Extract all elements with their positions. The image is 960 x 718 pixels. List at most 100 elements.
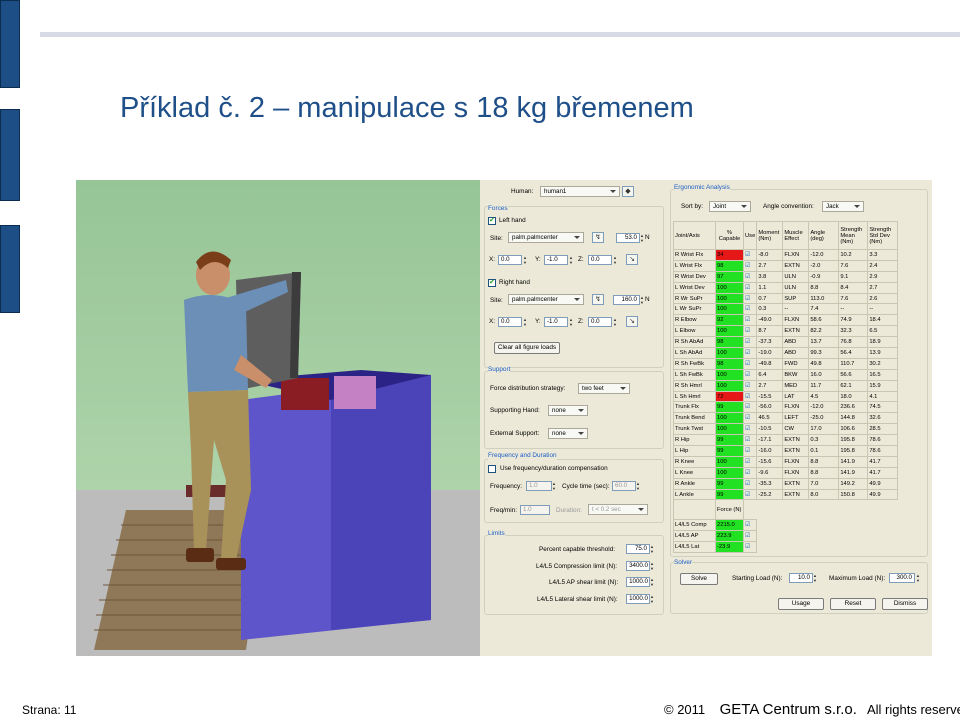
lateral-shear-limit-input[interactable]: 1000.0 xyxy=(626,594,650,604)
left-site-pick-icon[interactable]: ↯ xyxy=(592,232,604,243)
left-y-input[interactable]: -1.0 xyxy=(544,255,568,265)
maximum-load-input[interactable]: 300.0 xyxy=(889,573,915,583)
col-strength-mean[interactable]: Strength Mean (Nm) xyxy=(838,221,869,250)
table-row[interactable]: R Knee 100 ☑ -15.6 FLXN 8.8 141.9 41.7 xyxy=(673,455,899,468)
usage-button[interactable]: Usage xyxy=(778,598,824,610)
left-hand-checkbox[interactable]: ✔ xyxy=(488,217,496,225)
table-row[interactable]: R Sh AbAd 98 ☑ -37.3 ABD 13.7 76.8 18.9 xyxy=(673,336,899,349)
force-row[interactable]: L4/L5 Lat -23.9 ☑ xyxy=(673,541,898,554)
force-row[interactable]: L4/L5 Comp 2215.0 ☑ xyxy=(673,519,898,532)
table-row[interactable]: Trunk Twst 100 ☑ -10.5 CW 17.0 106.6 28.5 xyxy=(673,423,899,436)
starting-load-spinner[interactable]: ▲ ▼ xyxy=(813,573,818,583)
left-site-select[interactable]: palm.palmcenter xyxy=(508,232,584,243)
external-support-select[interactable]: none xyxy=(548,428,588,439)
dismiss-button[interactable]: Dismiss xyxy=(882,598,928,610)
sort-by-select[interactable]: Joint xyxy=(709,201,751,212)
table-row[interactable]: R Ankle 99 ☑ -35.3 EXTN 7.0 149.2 49.9 xyxy=(673,477,899,490)
table-row[interactable]: L Wr SuPr 100 ☑ 0.3 -- 7.4 -- -- xyxy=(673,303,899,316)
compression-limit-input[interactable]: 3400.0 xyxy=(626,561,650,571)
compression-limit-spinner[interactable]: ▲ ▼ xyxy=(650,561,655,571)
col-capable[interactable]: % Capable xyxy=(715,221,744,250)
right-z-spinner[interactable]: ▲ ▼ xyxy=(613,317,618,327)
use-checkbox[interactable]: ☑ xyxy=(742,379,758,392)
supporting-hand-select[interactable]: none xyxy=(548,405,588,416)
table-row[interactable]: R Hip 99 ☑ -17.1 EXTN 0.3 195.8 78.6 xyxy=(673,434,899,447)
use-checkbox[interactable]: ☑ xyxy=(742,325,758,338)
use-checkbox[interactable]: ☑ xyxy=(742,434,758,447)
use-checkbox[interactable]: ☑ xyxy=(742,303,758,316)
col-moment[interactable]: Moment (Nm) xyxy=(756,221,784,250)
use-checkbox[interactable]: ☑ xyxy=(742,292,758,305)
col-muscle[interactable]: Muscle Effect xyxy=(782,221,810,250)
reset-button[interactable]: Reset xyxy=(830,598,876,610)
left-direction-icon[interactable]: ↘ xyxy=(626,254,638,265)
table-row[interactable]: L Wrist Flx 98 ☑ 2.7 EXTN -2.0 7.6 2.4 xyxy=(673,259,899,272)
clear-figure-loads-button[interactable]: Clear all figure loads xyxy=(494,342,560,354)
duration-select[interactable]: t < 0.2 sec xyxy=(588,504,648,515)
use-checkbox[interactable]: ☑ xyxy=(742,368,758,381)
use-checkbox[interactable]: ☑ xyxy=(742,466,758,479)
human-select[interactable]: human1 xyxy=(540,186,620,197)
table-row[interactable]: L Sh Hmrl 72 ☑ -15.5 LAT 4.5 18.0 4.1 xyxy=(673,390,899,403)
maximum-load-spinner[interactable]: ▲ ▼ xyxy=(916,573,921,583)
right-force-magnitude[interactable]: 160.0 xyxy=(613,295,640,305)
right-z-input[interactable]: 0.0 xyxy=(588,317,612,327)
force-use-checkbox[interactable]: ☑ xyxy=(742,519,758,532)
percent-capable-spinner[interactable]: ▲ ▼ xyxy=(650,544,655,554)
table-row[interactable]: L Hip 99 ☑ -16.0 EXTN 0.1 195.8 78.6 xyxy=(673,445,899,457)
left-y-spinner[interactable]: ▲ ▼ xyxy=(569,255,574,265)
left-force-magnitude[interactable]: 53.0 xyxy=(616,233,640,243)
use-checkbox[interactable]: ☑ xyxy=(742,423,758,436)
table-row[interactable]: Trunk Flx 99 ☑ -56.0 FLXN -12.0 236.6 74.5 xyxy=(673,401,899,414)
use-checkbox[interactable]: ☑ xyxy=(742,259,758,272)
solve-button[interactable]: Solve xyxy=(680,573,718,585)
force-row[interactable]: L4/L5 AP 223.9 ☑ xyxy=(673,530,898,543)
cycle-time-input[interactable]: 60.0 xyxy=(612,481,636,491)
use-checkbox[interactable]: ☑ xyxy=(742,336,758,349)
frequency-spinner[interactable]: ▲ ▼ xyxy=(552,481,557,491)
force-use-checkbox[interactable]: ☑ xyxy=(742,541,758,554)
table-row[interactable]: R Wr SuPr 100 ☑ 0.7 SUP 113.0 7.6 2.6 xyxy=(673,292,899,305)
table-row[interactable]: R Wrist Flx 34 ☑ -8.0 FLXN -12.0 10.2 3.3 xyxy=(673,249,899,261)
col-use[interactable]: Use xyxy=(742,221,758,250)
right-site-select[interactable]: palm.palmcenter xyxy=(508,294,584,305)
table-row[interactable]: Trunk Bend 100 ☑ 46.5 LEFT -25.0 144.8 32.6 xyxy=(673,412,899,425)
right-direction-icon[interactable]: ↘ xyxy=(626,316,638,327)
table-row[interactable]: L Ankle 99 ☑ -25.2 EXTN 8.0 150.8 49.9 xyxy=(673,488,899,501)
ap-shear-limit-input[interactable]: 1000.0 xyxy=(626,577,650,587)
use-checkbox[interactable]: ☑ xyxy=(742,314,758,327)
table-row[interactable]: L Knee 100 ☑ -9.6 FLXN 8.8 141.9 41.7 xyxy=(673,466,899,479)
fds-select[interactable]: two feet xyxy=(578,383,630,394)
table-row[interactable]: L Sh FwBk 100 ☑ 6.4 BKW 16.0 56.6 16.5 xyxy=(673,368,899,381)
table-row[interactable]: L Sh AbAd 100 ☑ -19.0 ABD 99.3 56.4 13.9 xyxy=(673,347,899,359)
use-checkbox[interactable]: ☑ xyxy=(742,445,758,457)
right-y-input[interactable]: -1.0 xyxy=(544,317,568,327)
use-checkbox[interactable]: ☑ xyxy=(742,477,758,490)
cycle-time-spinner[interactable]: ▲ ▼ xyxy=(636,481,641,491)
left-z-spinner[interactable]: ▲ ▼ xyxy=(613,255,618,265)
pick-human-icon[interactable]: ◆ xyxy=(622,186,634,197)
table-row[interactable]: R Elbow 92 ☑ -49.0 FLXN 58.6 74.9 18.4 xyxy=(673,314,899,327)
use-checkbox[interactable]: ☑ xyxy=(742,249,758,261)
use-checkbox[interactable]: ☑ xyxy=(742,281,758,294)
table-row[interactable]: L Elbow 100 ☑ 8.7 EXTN 82.2 32.3 6.5 xyxy=(673,325,899,338)
use-checkbox[interactable]: ☑ xyxy=(742,401,758,414)
use-checkbox[interactable]: ☑ xyxy=(742,488,758,501)
right-site-pick-icon[interactable]: ↯ xyxy=(592,294,604,305)
left-x-input[interactable]: 0.0 xyxy=(498,255,522,265)
use-checkbox[interactable]: ☑ xyxy=(742,455,758,468)
use-frequency-checkbox[interactable] xyxy=(488,465,496,473)
use-checkbox[interactable]: ☑ xyxy=(742,347,758,359)
use-checkbox[interactable]: ☑ xyxy=(742,390,758,403)
freq-min-input[interactable]: 1.0 xyxy=(520,505,550,515)
lateral-shear-limit-spinner[interactable]: ▲ ▼ xyxy=(650,594,655,604)
ap-shear-limit-spinner[interactable]: ▲ ▼ xyxy=(650,577,655,587)
use-checkbox[interactable]: ☑ xyxy=(742,270,758,283)
starting-load-input[interactable]: 10.0 xyxy=(789,573,813,583)
col-joint[interactable]: Joint/Axis xyxy=(673,221,716,250)
force-use-checkbox[interactable]: ☑ xyxy=(742,530,758,543)
col-angle[interactable]: Angle (deg) xyxy=(808,221,840,250)
right-hand-checkbox[interactable]: ✔ xyxy=(488,279,496,287)
right-y-spinner[interactable]: ▲ ▼ xyxy=(569,317,574,327)
percent-capable-input[interactable]: 75.0 xyxy=(626,544,650,554)
